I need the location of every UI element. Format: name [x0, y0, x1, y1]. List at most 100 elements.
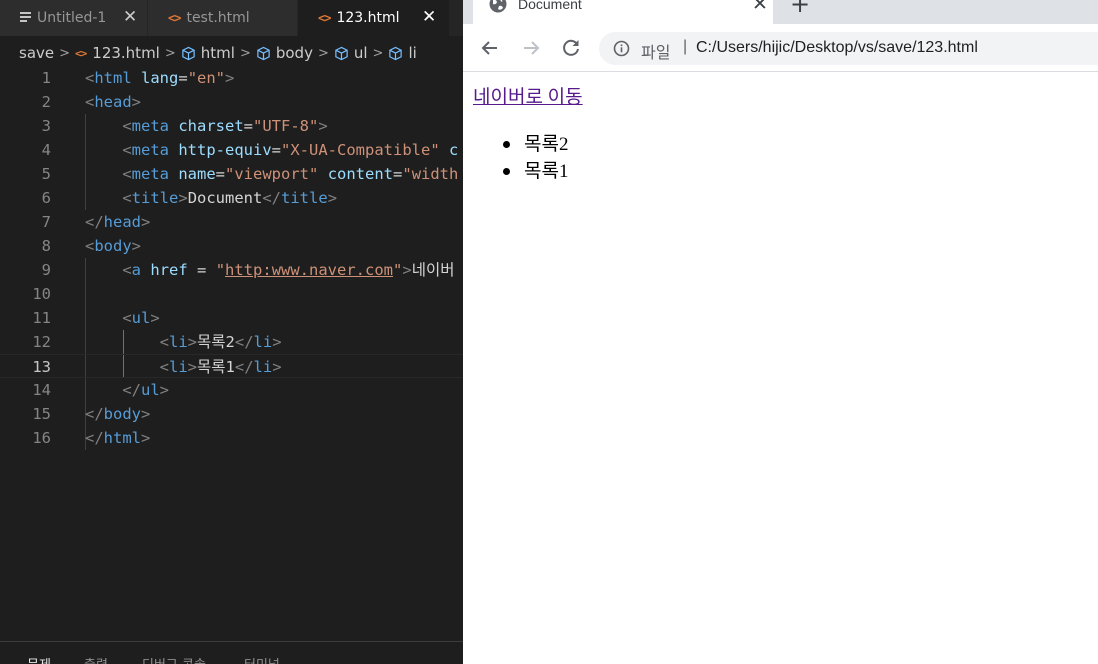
line-number: 11	[32, 309, 51, 327]
code-line[interactable]: 6 <title>Document</title>	[0, 186, 463, 210]
new-tab-button[interactable]: +	[790, 0, 810, 18]
code-editor: Untitled-1 ✕ <> test.html <> 123.html ✕ …	[0, 0, 463, 664]
code-line[interactable]: 5 <meta name="viewport" content="width	[0, 162, 463, 186]
code-token: <	[122, 261, 132, 279]
page-viewport: 네이버로 이동 목록2 목록1	[463, 72, 1098, 664]
tab-label: Untitled-1	[37, 10, 107, 26]
breadcrumb-item-li[interactable]: li	[408, 44, 416, 62]
reload-icon[interactable]	[559, 36, 583, 60]
code-area[interactable]: 1 <html lang="en"> 2 <head> 3 <meta charset=…	[0, 66, 463, 642]
line-number: 14	[32, 381, 51, 399]
code-line[interactable]: 4 <meta http-equiv="X-UA-Compatible" c	[0, 138, 463, 162]
breadcrumb-item-ul[interactable]: ul	[354, 44, 368, 62]
code-text: </body>	[85, 402, 150, 426]
browser-tab-strip: Document ✕ +	[463, 0, 1098, 24]
code-token: charset	[178, 117, 244, 135]
line-number: 7	[41, 213, 51, 231]
line-number: 16	[32, 429, 51, 447]
code-token: </	[122, 381, 141, 399]
browser-tab[interactable]: Document ✕	[473, 0, 773, 24]
tab-debug-console[interactable]: 디버그 콘솔	[142, 654, 206, 664]
code-token: head	[94, 93, 132, 111]
code-line[interactable]: 13 <li>목록1</li>	[0, 354, 463, 378]
code-line[interactable]: 12 <li>목록2</li>	[0, 330, 463, 354]
code-line[interactable]: 11 <ul>	[0, 306, 463, 330]
code-token: ul	[141, 381, 160, 399]
code-token: >	[159, 381, 170, 399]
code-line[interactable]: 15 </body>	[0, 402, 463, 426]
code-token: >	[131, 237, 142, 255]
code-token: html	[94, 69, 132, 87]
file-lines-icon	[20, 11, 31, 25]
code-token: >	[272, 333, 282, 351]
code-token: 목록2	[197, 333, 235, 351]
tab-123-html[interactable]: <> 123.html ✕	[298, 0, 450, 36]
close-icon[interactable]: ✕	[123, 7, 137, 27]
breadcrumb-item-folder[interactable]: save	[19, 44, 54, 62]
back-arrow-icon[interactable]	[478, 36, 502, 60]
code-token: "	[393, 261, 403, 279]
address-bar[interactable]: 파일 | C:/Users/hijic/Desktop/vs/save/123.…	[599, 32, 1098, 65]
chevron-right-icon: >	[59, 45, 71, 61]
close-icon[interactable]: ✕	[752, 0, 768, 15]
code-token: >	[318, 117, 328, 135]
address-url[interactable]: C:/Users/hijic/Desktop/vs/save/123.html	[696, 39, 978, 57]
code-text: </head>	[85, 210, 150, 234]
code-token: >	[187, 333, 198, 351]
code-token: <	[122, 141, 132, 159]
code-line[interactable]: 10	[0, 282, 463, 306]
code-line[interactable]: 9 <a href = "http:www.naver.com">네이버	[0, 258, 463, 282]
line-number: 3	[41, 117, 51, 135]
code-line[interactable]: 1 <html lang="en">	[0, 66, 463, 90]
code-token: <	[122, 309, 132, 327]
breadcrumb-item-file[interactable]: 123.html	[92, 44, 160, 62]
info-icon[interactable]	[613, 40, 630, 57]
close-icon[interactable]: ✕	[422, 7, 436, 27]
code-token: "width	[402, 165, 459, 183]
code-token: "viewport"	[225, 165, 319, 183]
code-token: li	[253, 358, 273, 376]
code-token: li	[253, 333, 273, 351]
tab-test-html[interactable]: <> test.html	[148, 0, 298, 36]
code-line[interactable]: 14 </ul>	[0, 378, 463, 402]
forward-arrow-icon[interactable]	[519, 36, 543, 60]
code-token: meta	[131, 165, 169, 183]
tab-output[interactable]: 출력	[84, 654, 108, 664]
code-token: </	[85, 213, 104, 231]
line-number: 1	[41, 69, 51, 87]
code-text: <meta http-equiv="X-UA-Compatible" c	[85, 138, 458, 162]
code-line[interactable]: 16 </html>	[0, 426, 463, 450]
code-text: <body>	[85, 234, 141, 258]
line-number: 10	[32, 285, 51, 303]
code-line[interactable]: 7 </head>	[0, 210, 463, 234]
naver-link[interactable]: 네이버로 이동	[473, 82, 583, 109]
code-line[interactable]: 2 <head>	[0, 90, 463, 114]
tab-problems[interactable]: 문제	[27, 654, 51, 664]
breadcrumb-item-html[interactable]: html	[201, 44, 235, 62]
tab-terminal[interactable]: 터미널	[244, 654, 280, 664]
list-item: 목록1	[498, 158, 568, 185]
code-text: <meta charset="UTF-8">	[85, 114, 328, 138]
browser-window: Document ✕ + 파일 | C:/Users/hijic/Desktop…	[463, 0, 1098, 664]
code-token: >	[178, 189, 188, 207]
symbol-element-icon	[335, 46, 348, 60]
panel-tab-bar: 문제 출력 디버그 콘솔 터미널	[0, 641, 463, 664]
code-line[interactable]: 8 <body>	[0, 234, 463, 258]
tab-untitled-1[interactable]: Untitled-1 ✕	[0, 0, 148, 36]
line-number: 6	[41, 189, 51, 207]
code-token: =	[271, 141, 282, 159]
code-line[interactable]: 3 <meta charset="UTF-8">	[0, 114, 463, 138]
line-number: 4	[41, 141, 51, 159]
symbol-element-icon	[182, 46, 195, 60]
breadcrumb-item-body[interactable]: body	[276, 44, 313, 62]
code-text: <a href = "http:www.naver.com">네이버	[85, 258, 454, 282]
code-text: </html>	[85, 426, 150, 450]
symbol-element-icon	[257, 46, 270, 60]
